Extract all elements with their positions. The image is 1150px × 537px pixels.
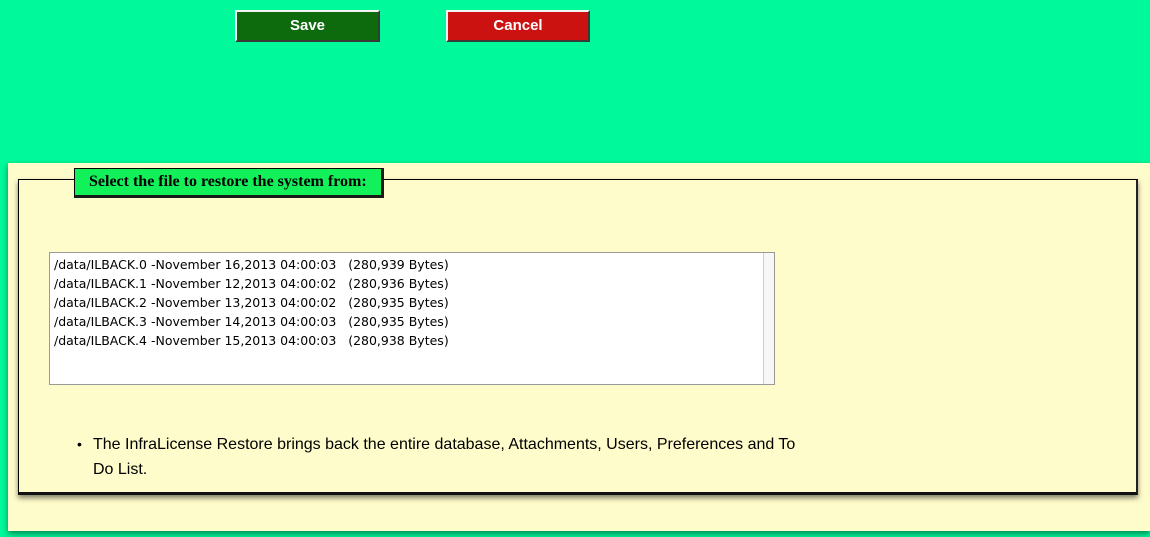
list-item[interactable]: /data/ILBACK.2 -November 13,2013 04:00:0…	[50, 293, 774, 312]
list-scrollbar[interactable]	[763, 253, 774, 384]
restore-panel: /data/ILBACK.0 -November 16,2013 04:00:0…	[8, 163, 1150, 531]
cancel-button[interactable]: Cancel	[446, 10, 590, 42]
bullet-icon: •	[77, 436, 82, 452]
restore-info-text: The InfraLicense Restore brings back the…	[93, 436, 796, 478]
list-item[interactable]: /data/ILBACK.0 -November 16,2013 04:00:0…	[50, 255, 774, 274]
restore-fieldset: /data/ILBACK.0 -November 16,2013 04:00:0…	[18, 179, 1138, 495]
restore-legend: Select the file to restore the system fr…	[74, 168, 384, 198]
restore-info-note: • The InfraLicense Restore brings back t…	[77, 432, 813, 482]
list-item[interactable]: /data/ILBACK.1 -November 12,2013 04:00:0…	[50, 274, 774, 293]
save-button[interactable]: Save	[235, 10, 380, 42]
list-item[interactable]: /data/ILBACK.3 -November 14,2013 04:00:0…	[50, 312, 774, 331]
list-item[interactable]: /data/ILBACK.4 -November 15,2013 04:00:0…	[50, 331, 774, 350]
backup-file-list[interactable]: /data/ILBACK.0 -November 16,2013 04:00:0…	[49, 252, 775, 385]
